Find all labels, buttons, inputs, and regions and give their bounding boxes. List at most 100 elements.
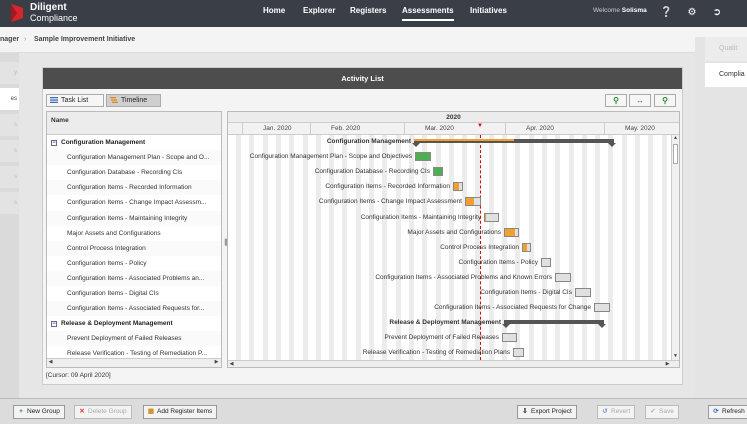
breadcrumb-parent[interactable]: nager	[0, 36, 19, 43]
task-bar[interactable]	[522, 242, 531, 252]
left-tab-3[interactable]: s	[0, 114, 19, 136]
task-group-row[interactable]: − Release & Deployment Management	[47, 316, 221, 331]
nav-home[interactable]: Home	[263, 0, 285, 27]
task-row[interactable]: Prevent Deployment of Failed Releases	[47, 331, 221, 347]
task-row[interactable]: Configuration Items - Change Impact Asse…	[47, 195, 221, 210]
weekend-stripe	[289, 135, 295, 360]
task-row[interactable]: Configuration Items - Associated Request…	[47, 301, 221, 317]
pane-splitter[interactable]: ❚	[223, 238, 229, 246]
summary-bar[interactable]	[502, 320, 606, 329]
task-bar[interactable]	[433, 167, 443, 177]
task-row[interactable]: Configuration Items - Maintaining Integr…	[47, 210, 221, 226]
settings-icon[interactable]: ⚙	[686, 7, 698, 19]
zoom-out-icon[interactable]: ⚲	[654, 94, 676, 107]
name-column-header[interactable]: Name	[47, 112, 221, 135]
timeline-horizontal-scrollbar[interactable]: ◀ ▶	[228, 360, 679, 367]
scroll-right-icon: ▶	[214, 359, 219, 365]
collapse-icon[interactable]: −	[51, 321, 57, 328]
task-list-button[interactable]: Task List	[46, 94, 104, 107]
new-group-button[interactable]: + New Group	[13, 405, 65, 419]
right-tab-compliance[interactable]: Complia	[705, 63, 747, 87]
task-name: Control Process Integration	[67, 244, 146, 252]
cursor-marker-icon: ▼	[477, 123, 483, 129]
left-tab-1[interactable]: y	[0, 62, 19, 84]
list-icon	[50, 97, 58, 103]
save-button[interactable]: ✓ Save	[645, 405, 679, 419]
weekend-stripe	[262, 135, 268, 360]
task-bar[interactable]	[502, 333, 517, 343]
month-label: Mar. 2020	[404, 123, 505, 135]
task-bar[interactable]	[484, 212, 499, 222]
gantt-row-label: Configuration Management Plan - Scope an…	[249, 153, 412, 161]
task-name: Release & Deployment Management	[61, 320, 173, 328]
task-progress-fill	[454, 183, 459, 191]
task-row[interactable]: Configuration Items - Policy	[47, 256, 221, 271]
weekend-stripe	[302, 135, 308, 360]
left-tab-2[interactable]: es	[0, 88, 19, 110]
weekend-stripe	[648, 135, 654, 360]
task-bar[interactable]	[594, 303, 610, 313]
timeline-vertical-scrollbar[interactable]: ▲ ▼	[671, 135, 679, 360]
timeline-months: Jan. 2020 Feb. 2020 Mar. 2020 Apr. 2020 …	[228, 123, 679, 135]
task-name: Configuration Items - Associated Request…	[67, 305, 205, 313]
fit-width-icon[interactable]: ↔	[629, 94, 651, 107]
task-name: Configuration Database - Recording CIs	[67, 169, 183, 177]
refresh-button[interactable]: ⟳ Refresh	[708, 405, 747, 419]
logout-icon[interactable]: ➲	[711, 7, 723, 19]
export-project-button[interactable]: ⇩ Export Project	[517, 405, 577, 419]
gantt-row-label: Configuration Management	[326, 138, 411, 145]
task-bar[interactable]	[453, 182, 463, 192]
task-bar[interactable]	[575, 288, 591, 297]
scrollbar-thumb[interactable]	[673, 144, 678, 164]
task-row[interactable]: Configuration Database - Recording CIs	[47, 165, 221, 180]
task-bar[interactable]	[541, 257, 551, 267]
task-row[interactable]: Configuration Items - Recorded Informati…	[47, 180, 221, 196]
task-name: Prevent Deployment of Failed Releases	[67, 335, 182, 343]
help-icon[interactable]: ❔	[660, 7, 672, 19]
cursor-info: [Cursor: 09 April 2020]	[46, 372, 111, 379]
task-row[interactable]: Configuration Management Plan - Scope an…	[47, 150, 221, 166]
weekend-stripe	[621, 135, 627, 360]
nav-registers[interactable]: Registers	[350, 0, 386, 27]
bottom-toolbar: + New Group ✕ Delete Group ▦ Add Register I…	[0, 398, 747, 424]
nav-explorer[interactable]: Explorer	[303, 0, 335, 27]
breadcrumb: nager › Sample Improvement Initiative	[0, 27, 747, 53]
summary-bar[interactable]	[412, 139, 616, 147]
task-row[interactable]: Configuration Items - Associated Problem…	[47, 270, 221, 286]
task-name: Configuration Management	[61, 139, 146, 146]
revert-icon: ↺	[602, 408, 608, 415]
activity-list-panel: Activity List Task List Timeline ⚲ ↔ ⚲ N…	[42, 67, 683, 385]
task-progress-fill	[523, 243, 527, 251]
brand-name[interactable]: Diligent Compliance	[30, 2, 78, 24]
task-group-row[interactable]: − Configuration Management	[47, 135, 221, 150]
task-bar[interactable]	[513, 348, 524, 358]
collapse-icon[interactable]: −	[51, 140, 57, 146]
left-tab-5[interactable]: s	[0, 166, 19, 188]
task-bar[interactable]	[555, 272, 571, 282]
gantt-row-label: Configuration Items - Digital CIs	[480, 289, 572, 296]
left-tab-4[interactable]: s	[0, 140, 19, 162]
task-bar[interactable]	[465, 197, 481, 207]
task-list-horizontal-scrollbar[interactable]: ◀ ▶	[47, 358, 221, 367]
gantt-row-label: Configuration Items - Maintaining Integr…	[360, 213, 481, 221]
timeline-button[interactable]: Timeline	[106, 94, 161, 107]
timeline-grid[interactable]: Configuration Management Configuration Ma…	[228, 135, 671, 360]
right-tab-quality[interactable]: Qualit	[705, 37, 747, 61]
revert-button[interactable]: ↺ Revert	[597, 405, 636, 419]
zoom-in-icon[interactable]: ⚲	[605, 94, 627, 107]
task-bar[interactable]	[415, 152, 431, 162]
gantt-row-label: Configuration Database - Recording CIs	[314, 168, 430, 176]
nav-assessments[interactable]: Assessments	[402, 2, 454, 21]
nav-initiatives[interactable]: Initiatives	[470, 0, 507, 27]
task-row[interactable]: Major Assets and Configurations	[47, 226, 221, 241]
breadcrumb-current: Sample Improvement Initiative	[34, 36, 136, 43]
task-row[interactable]: Control Process Integration	[47, 240, 221, 256]
task-bar[interactable]	[504, 227, 519, 237]
task-row[interactable]: Configuration Items - Digital CIs	[47, 286, 221, 301]
add-register-items-button[interactable]: ▦ Add Register Items	[143, 405, 218, 419]
delete-group-button[interactable]: ✕ Delete Group	[74, 405, 132, 419]
left-tab-6[interactable]: s	[0, 192, 19, 214]
task-list: Name − Configuration Management Configurat…	[46, 111, 222, 368]
task-name: Configuration Items - Recorded Informati…	[67, 184, 192, 192]
gantt-row-label: Configuration Items - Change Impact Asse…	[318, 198, 462, 206]
